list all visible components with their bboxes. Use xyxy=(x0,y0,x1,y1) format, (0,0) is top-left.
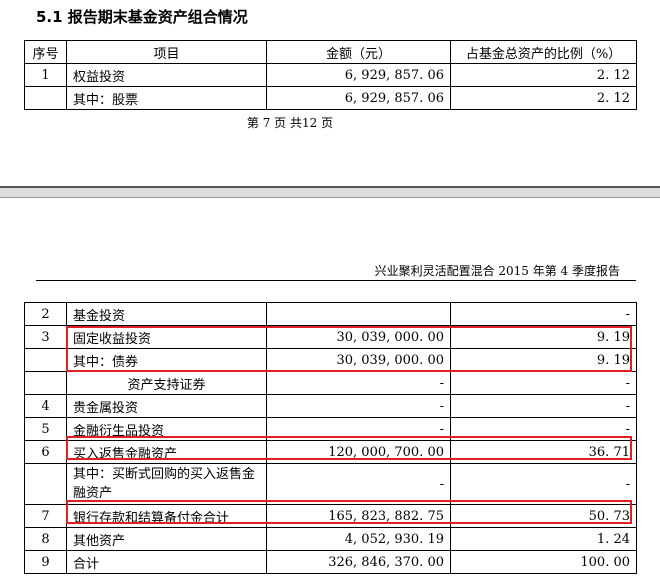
row-item: 其中：买断式回购的买入返售金融资产 xyxy=(66,463,267,505)
row-item: 贵金属投资 xyxy=(66,394,267,418)
highlight-bank-deposits xyxy=(66,500,632,524)
header-ratio: 占基金总资产的比例（%） xyxy=(450,40,637,64)
page-number: 第 7 页 共12 页 xyxy=(246,116,334,130)
row-amount: 6, 929, 857. 06 xyxy=(266,86,451,110)
row-amount xyxy=(266,302,451,326)
header-item: 项目 xyxy=(66,40,267,64)
row-item: 其他资产 xyxy=(66,527,267,551)
highlight-reverse-repo xyxy=(66,436,632,460)
table-row: 其中：买断式回购的买入返售金融资产 - - xyxy=(24,463,637,505)
table-row: 2 基金投资 - xyxy=(24,302,637,326)
table-row: 9 合计 326, 846, 370. 00 100. 00 xyxy=(24,550,637,574)
row-item: 资产支持证券 xyxy=(66,371,267,395)
page-break xyxy=(0,186,660,198)
row-ratio: - xyxy=(450,463,637,505)
row-no xyxy=(24,348,67,372)
row-item: 其中：股票 xyxy=(66,86,267,110)
row-no: 2 xyxy=(24,302,67,326)
row-amount: - xyxy=(266,371,451,395)
table-row: 8 其他资产 4, 052, 930. 19 1. 24 xyxy=(24,527,637,551)
table-row: 资产支持证券 - - xyxy=(24,371,637,395)
row-no xyxy=(24,86,67,110)
row-amount: 6, 929, 857. 06 xyxy=(266,63,451,87)
row-no: 6 xyxy=(24,440,67,464)
table-row: 4 贵金属投资 - - xyxy=(24,394,637,418)
row-no: 8 xyxy=(24,527,67,551)
row-ratio: 100. 00 xyxy=(450,550,637,574)
row-no: 7 xyxy=(24,504,67,528)
header-rule xyxy=(36,280,636,281)
row-amount: - xyxy=(266,463,451,505)
asset-table-top: 序号 项目 金额（元） 占基金总资产的比例（%） 1 权益投资 6, 929, … xyxy=(24,40,637,110)
row-ratio: - xyxy=(450,371,637,395)
table-row: 其中：股票 6, 929, 857. 06 2. 12 xyxy=(24,86,637,110)
row-ratio: 2. 12 xyxy=(450,63,637,87)
highlight-fixed-income xyxy=(66,326,632,372)
row-item: 基金投资 xyxy=(66,302,267,326)
table-header-row: 序号 项目 金额（元） 占基金总资产的比例（%） xyxy=(24,40,637,64)
row-ratio: - xyxy=(450,394,637,418)
row-ratio: 1. 24 xyxy=(450,527,637,551)
table-row: 1 权益投资 6, 929, 857. 06 2. 12 xyxy=(24,63,637,87)
row-no: 3 xyxy=(24,325,67,349)
header-no: 序号 xyxy=(24,40,67,64)
row-no xyxy=(24,371,67,395)
row-no: 1 xyxy=(24,63,67,87)
header-amount: 金额（元） xyxy=(266,40,451,64)
row-amount: 4, 052, 930. 19 xyxy=(266,527,451,551)
row-item: 权益投资 xyxy=(66,63,267,87)
row-ratio: 2. 12 xyxy=(450,86,637,110)
row-no: 4 xyxy=(24,394,67,418)
row-ratio: - xyxy=(450,302,637,326)
row-amount: 326, 846, 370. 00 xyxy=(266,550,451,574)
running-header: 兴业聚利灵活配置混合 2015 年第 4 季度报告 xyxy=(374,264,620,278)
row-no: 5 xyxy=(24,417,67,441)
row-item: 合计 xyxy=(66,550,267,574)
row-no: 9 xyxy=(24,550,67,574)
section-title: 5.1 报告期末基金资产组合情况 xyxy=(36,8,248,26)
row-no xyxy=(24,463,67,505)
row-amount: - xyxy=(266,394,451,418)
